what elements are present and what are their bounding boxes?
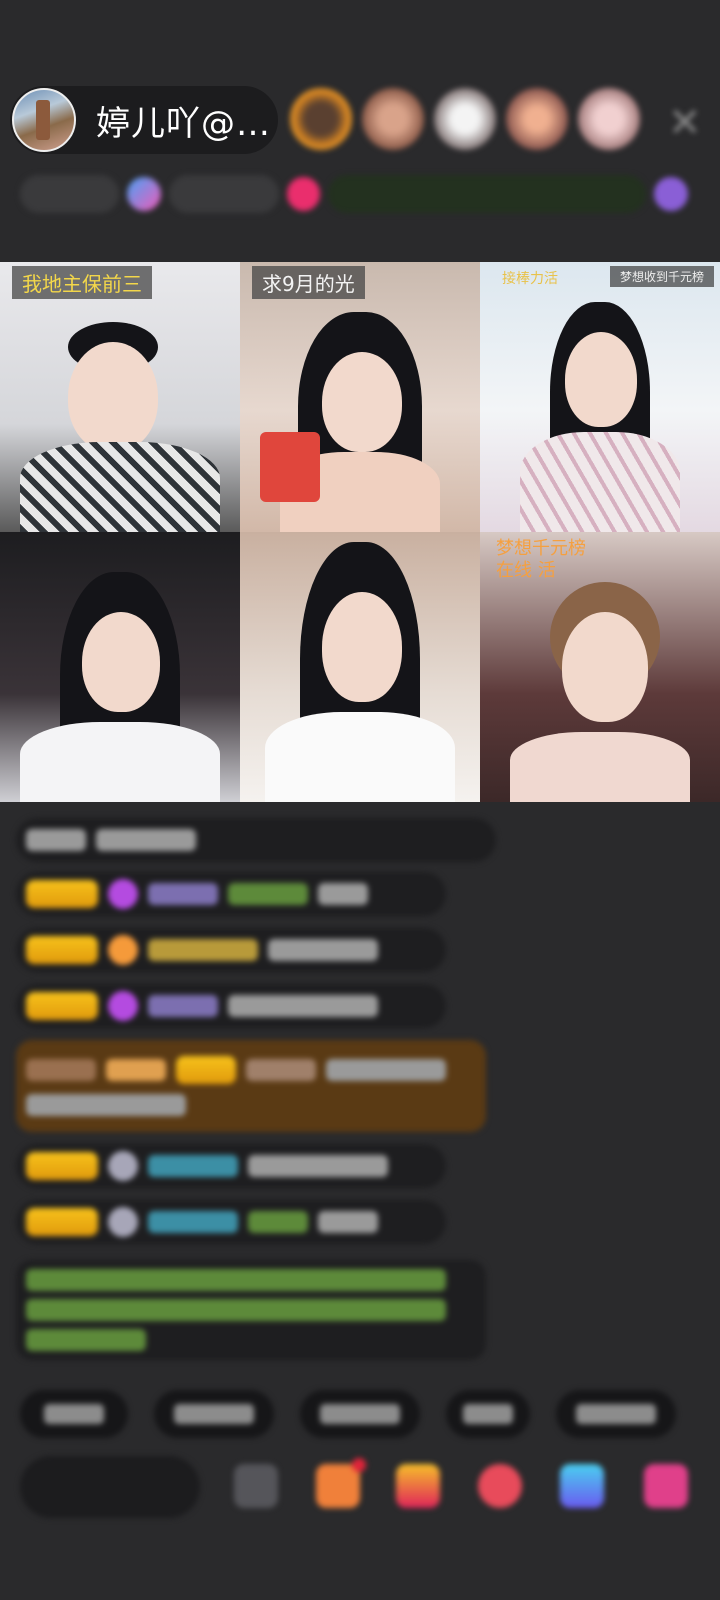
streamer-figure (515, 302, 685, 532)
viewer-avatars (290, 88, 640, 150)
info-chip[interactable] (169, 175, 279, 213)
streamer-figure (20, 322, 220, 532)
video-cell[interactable]: 求9月的光 (240, 262, 480, 532)
chat-message[interactable] (16, 1144, 446, 1188)
chat-message[interactable] (16, 928, 446, 972)
cell-sublabel: 梦想收到千元榜 (609, 266, 714, 287)
more-icon[interactable] (644, 1464, 688, 1508)
chat-message[interactable] (16, 984, 446, 1028)
quick-reply-row (20, 1390, 676, 1438)
emoji-icon[interactable] (234, 1464, 278, 1508)
host-info-pill[interactable]: 婷儿吖@… (10, 86, 278, 154)
cell-label: 接棒力活 (502, 271, 558, 287)
game-icon[interactable] (560, 1464, 604, 1508)
viewer-avatar[interactable] (362, 88, 424, 150)
system-notice (16, 1260, 486, 1360)
video-cell[interactable]: 我地主保前三 (0, 262, 240, 532)
quick-reply-chip[interactable] (446, 1390, 530, 1438)
video-cell[interactable] (240, 532, 480, 802)
quick-reply-chip[interactable] (300, 1390, 420, 1438)
video-cell[interactable]: 接棒力活 梦想收到千元榜 (480, 262, 720, 532)
notification-dot (352, 1458, 366, 1472)
streamer-figure (260, 542, 460, 802)
gift-icon[interactable] (286, 177, 321, 211)
chat-message[interactable] (16, 1040, 486, 1132)
chat-message[interactable] (16, 818, 496, 862)
video-grid: 我地主保前三 求9月的光 接棒力活 梦想收到千元榜 梦想千元榜 在线 活 (0, 262, 720, 802)
shop-icon[interactable] (316, 1464, 360, 1508)
viewer-avatar[interactable] (434, 88, 496, 150)
chat-message[interactable] (16, 1200, 446, 1244)
quick-reply-chip[interactable] (20, 1390, 128, 1438)
task-chip[interactable] (328, 175, 647, 213)
host-name: 婷儿吖@… (96, 103, 271, 144)
viewer-avatar[interactable] (290, 88, 352, 150)
comment-input[interactable] (20, 1456, 200, 1518)
gift-box (260, 432, 320, 502)
host-avatar[interactable] (12, 88, 76, 152)
more-icon[interactable] (654, 177, 689, 211)
quick-reply-chip[interactable] (556, 1390, 676, 1438)
bottom-toolbar (20, 1456, 720, 1526)
quick-reply-chip[interactable] (154, 1390, 274, 1438)
chat-message[interactable] (16, 872, 446, 916)
gift-icon[interactable] (396, 1464, 440, 1508)
cell-label: 求9月的光 (252, 266, 365, 299)
cell-label: 我地主保前三 (12, 266, 152, 299)
close-icon[interactable]: ✕ (668, 100, 702, 146)
streamer-figure (20, 572, 220, 802)
interaction-icon[interactable] (478, 1464, 522, 1508)
streamer-figure (500, 582, 700, 802)
viewer-avatar[interactable] (578, 88, 640, 150)
rank-chip[interactable] (20, 175, 120, 213)
video-cell[interactable]: 梦想千元榜 在线 活 (480, 532, 720, 802)
cell-label: 梦想千元榜 在线 活 (496, 538, 586, 581)
viewer-avatar[interactable] (506, 88, 568, 150)
badge-icon (127, 177, 162, 211)
badge-row (20, 172, 689, 216)
video-cell[interactable] (0, 532, 240, 802)
